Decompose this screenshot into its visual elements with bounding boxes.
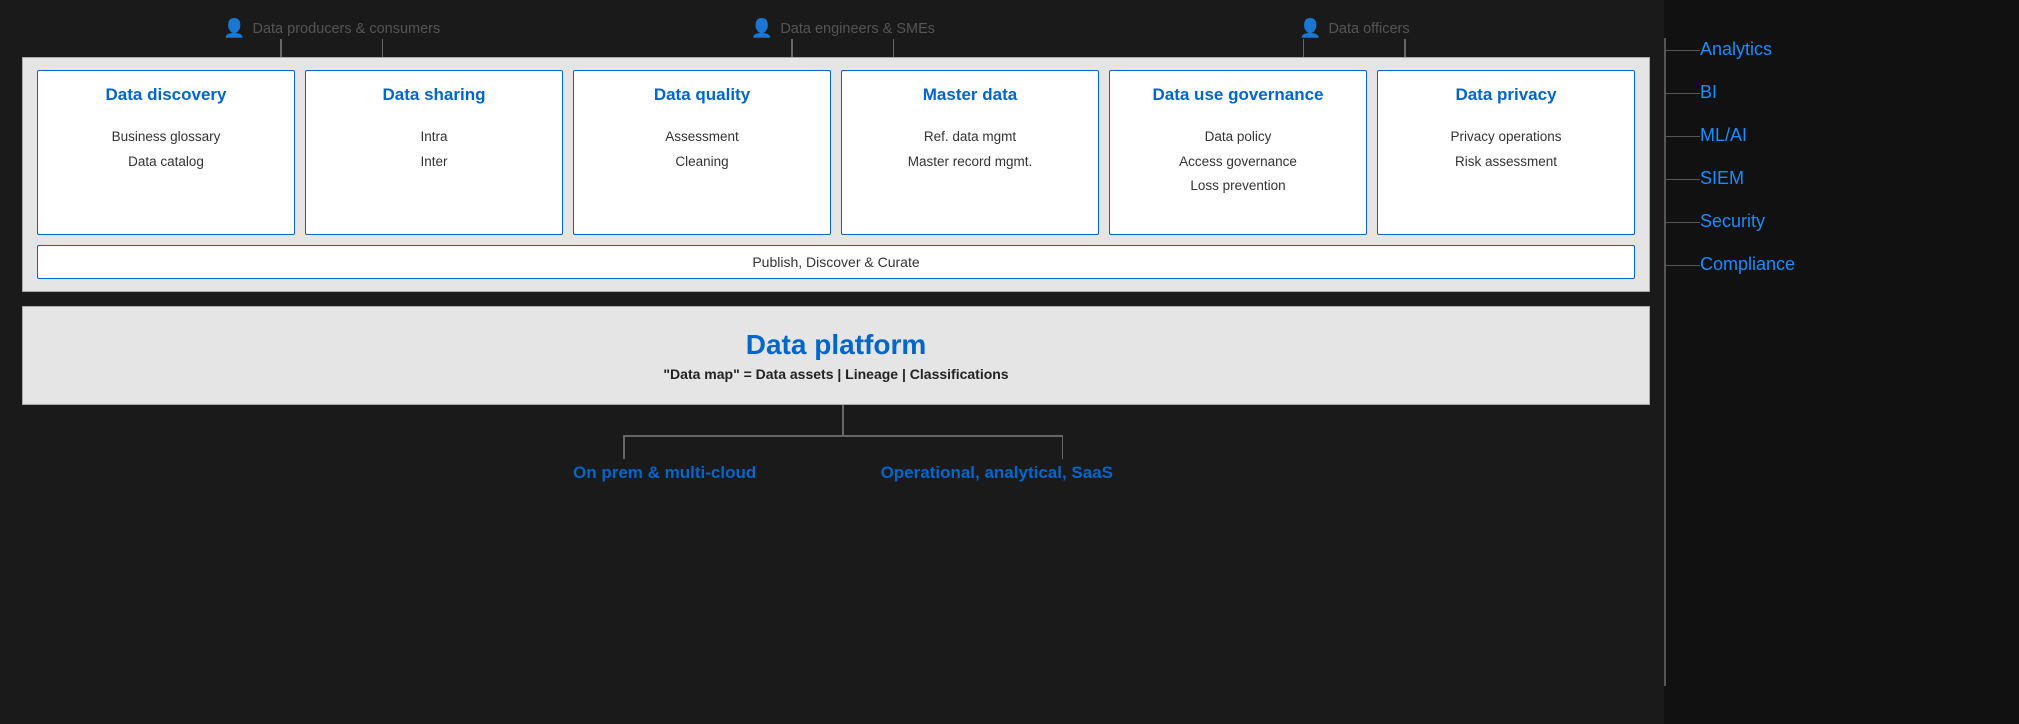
card-title: Data quality xyxy=(654,85,750,105)
publish-bar: Publish, Discover & Curate xyxy=(37,245,1635,279)
persona-label: 👤 Data engineers & SMEs xyxy=(751,18,935,39)
persona-engineers: 👤 Data engineers & SMEs xyxy=(733,18,953,57)
cards-row: Data discovery Business glossary Data ca… xyxy=(37,70,1635,235)
bottom-label-operational: Operational, analytical, SaaS xyxy=(881,463,1113,483)
person-icon: 👤 xyxy=(223,18,245,39)
sidebar-item-security[interactable]: Security xyxy=(1700,200,1995,243)
persona-officers: 👤 Data officers xyxy=(1244,18,1464,57)
card-data-quality: Data quality Assessment Cleaning xyxy=(573,70,831,235)
card-data-use-governance: Data use governance Data policy Access g… xyxy=(1109,70,1367,235)
card-title: Data discovery xyxy=(106,85,227,105)
sidebar-item-siem[interactable]: SIEM xyxy=(1700,157,1995,200)
card-items: Assessment Cleaning xyxy=(665,125,739,174)
card-title: Master data xyxy=(923,85,1017,105)
card-title: Data sharing xyxy=(383,85,486,105)
card-items: Ref. data mgmt Master record mgmt. xyxy=(908,125,1033,174)
card-title: Data use governance xyxy=(1152,85,1323,105)
card-data-discovery: Data discovery Business glossary Data ca… xyxy=(37,70,295,235)
right-sidebar: Analytics BI ML/AI SIEM Security Complia… xyxy=(1664,0,2019,724)
bottom-label-onprem: On prem & multi-cloud xyxy=(573,463,756,483)
sidebar-item-bi[interactable]: BI xyxy=(1700,71,1995,114)
persona-label: 👤 Data producers & consumers xyxy=(223,18,440,39)
sidebar-item-mlai[interactable]: ML/AI xyxy=(1700,114,1995,157)
card-data-sharing: Data sharing Intra Inter xyxy=(305,70,563,235)
platform-box: Data platform "Data map" = Data assets |… xyxy=(22,306,1650,405)
platform-title: Data platform xyxy=(37,329,1635,361)
persona-producers: 👤 Data producers & consumers xyxy=(222,18,442,57)
card-data-privacy: Data privacy Privacy operations Risk ass… xyxy=(1377,70,1635,235)
platform-subtitle: "Data map" = Data assets | Lineage | Cla… xyxy=(37,366,1635,382)
card-master-data: Master data Ref. data mgmt Master record… xyxy=(841,70,1099,235)
sidebar-item-compliance[interactable]: Compliance xyxy=(1700,243,1995,286)
person-icon: 👤 xyxy=(751,18,773,39)
card-title: Data privacy xyxy=(1455,85,1556,105)
persona-label: 👤 Data officers xyxy=(1299,18,1410,39)
bottom-section: On prem & multi-cloud Operational, analy… xyxy=(22,405,1664,724)
card-items: Intra Inter xyxy=(420,125,447,174)
sidebar-item-analytics[interactable]: Analytics xyxy=(1700,28,1995,71)
card-items: Data policy Access governance Loss preve… xyxy=(1179,125,1297,198)
card-items: Business glossary Data catalog xyxy=(112,125,221,174)
card-items: Privacy operations Risk assessment xyxy=(1450,125,1561,174)
person-icon: 👤 xyxy=(1299,18,1321,39)
governance-container: Data discovery Business glossary Data ca… xyxy=(22,57,1650,292)
